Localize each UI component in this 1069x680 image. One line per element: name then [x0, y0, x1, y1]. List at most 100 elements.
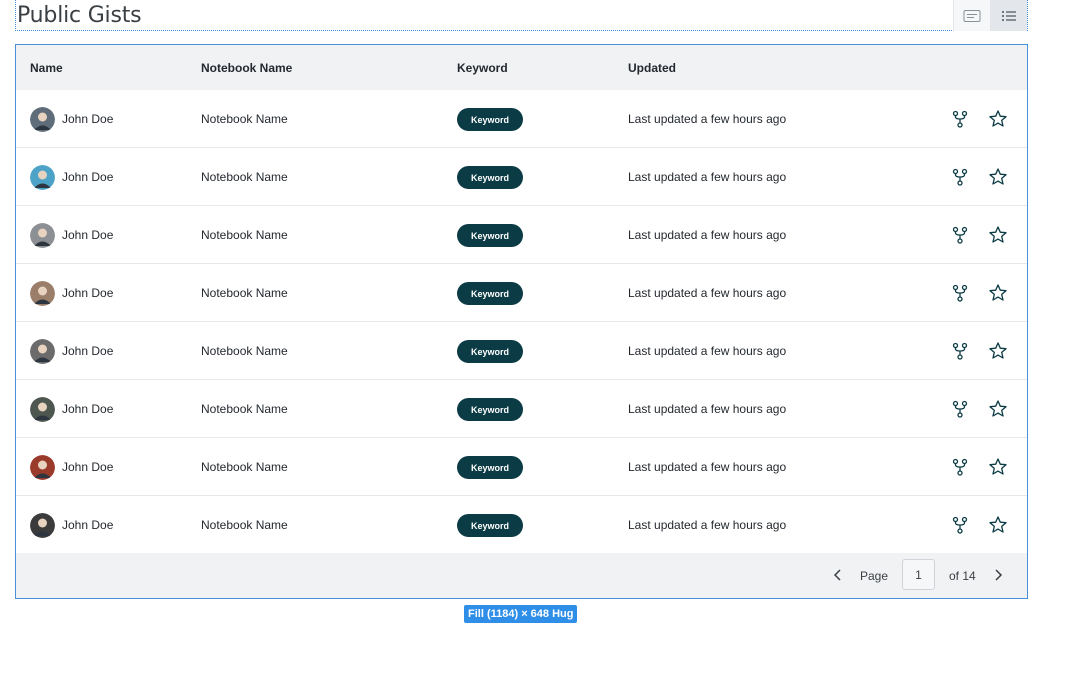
notebook-name[interactable]: Notebook Name [201, 518, 288, 532]
keyword-badge[interactable]: Keyword [457, 456, 523, 479]
updated-text: Last updated a few hours ago [628, 459, 787, 474]
fork-icon[interactable] [951, 168, 969, 186]
notebook-name[interactable]: Notebook Name [201, 402, 288, 416]
table-row[interactable]: John Doe Notebook Name Keyword Last upda… [16, 148, 1027, 206]
table-row[interactable]: John Doe Notebook Name Keyword Last upda… [16, 264, 1027, 322]
size-tag: Fill (1184) × 648 Hug [464, 605, 578, 623]
user-name[interactable]: John Doe [62, 460, 113, 474]
notebook-name[interactable]: Notebook Name [201, 286, 288, 300]
keyword-badge[interactable]: Keyword [457, 166, 523, 189]
star-icon[interactable] [988, 515, 1008, 535]
page-number-input[interactable] [902, 559, 935, 590]
column-header-keyword[interactable]: Keyword [457, 61, 508, 75]
avatar-face [38, 518, 47, 528]
user-name[interactable]: John Doe [62, 286, 113, 300]
fork-icon[interactable] [951, 226, 969, 244]
star-icon[interactable] [988, 225, 1008, 245]
notebook-name[interactable]: Notebook Name [201, 170, 288, 184]
column-header-updated[interactable]: Updated [628, 61, 676, 75]
card-view-button[interactable] [953, 0, 990, 31]
fork-icon[interactable] [951, 342, 969, 360]
table-body: John Doe Notebook Name Keyword Last upda… [16, 90, 1027, 554]
keyword-badge[interactable]: Keyword [457, 340, 523, 363]
page-title: Public Gists [17, 3, 142, 28]
chevron-left-icon[interactable] [830, 567, 846, 583]
avatar [30, 455, 55, 480]
star-icon[interactable] [988, 457, 1008, 477]
pagination: Page of 14 [16, 553, 1027, 598]
updated-text: Last updated a few hours ago [628, 169, 787, 184]
list-view-button[interactable] [990, 0, 1027, 31]
keyword-badge[interactable]: Keyword [457, 398, 523, 421]
keyword-badge[interactable]: Keyword [457, 224, 523, 247]
updated-text: Last updated a few hours ago [628, 111, 787, 126]
fork-icon[interactable] [951, 284, 969, 302]
updated-text: Last updated a few hours ago [628, 401, 787, 416]
fork-icon[interactable] [951, 458, 969, 476]
avatar [30, 513, 55, 538]
user-avatar-icon [30, 455, 55, 480]
page-label: Page [860, 569, 889, 583]
star-icon[interactable] [988, 167, 1008, 187]
fork-icon[interactable] [951, 110, 969, 128]
user-name[interactable]: John Doe [62, 112, 113, 126]
gists-table: Name Notebook Name Keyword Updated John … [15, 44, 1028, 599]
updated-text: Last updated a few hours ago [628, 285, 787, 300]
table-row[interactable]: John Doe Notebook Name Keyword Last upda… [16, 438, 1027, 496]
avatar-face [38, 170, 47, 180]
avatar [30, 223, 55, 248]
column-header-notebook[interactable]: Notebook Name [201, 61, 292, 75]
user-name[interactable]: John Doe [62, 518, 113, 532]
avatar [30, 107, 55, 132]
avatar-face [38, 286, 47, 296]
user-name[interactable]: John Doe [62, 344, 113, 358]
notebook-name[interactable]: Notebook Name [201, 460, 288, 474]
list-view-icon [1002, 10, 1016, 21]
table-row[interactable]: John Doe Notebook Name Keyword Last upda… [16, 206, 1027, 264]
star-icon[interactable] [988, 109, 1008, 129]
keyword-badge[interactable]: Keyword [457, 514, 523, 537]
table-row[interactable]: John Doe Notebook Name Keyword Last upda… [16, 90, 1027, 148]
title-bar: Public Gists [15, 0, 1028, 31]
user-name[interactable]: John Doe [62, 228, 113, 242]
keyword-badge[interactable]: Keyword [457, 108, 523, 131]
updated-text: Last updated a few hours ago [628, 517, 787, 532]
avatar-face [38, 112, 47, 122]
fork-icon[interactable] [951, 400, 969, 418]
user-avatar-icon [30, 107, 55, 132]
notebook-name[interactable]: Notebook Name [201, 228, 288, 242]
avatar [30, 397, 55, 422]
table-row[interactable]: John Doe Notebook Name Keyword Last upda… [16, 322, 1027, 380]
table-row[interactable]: John Doe Notebook Name Keyword Last upda… [16, 496, 1027, 554]
column-header-name[interactable]: Name [30, 61, 63, 75]
page-total-label: of 14 [949, 569, 976, 583]
star-icon[interactable] [988, 341, 1008, 361]
keyword-badge[interactable]: Keyword [457, 282, 523, 305]
user-avatar-icon [30, 223, 55, 248]
star-icon[interactable] [988, 399, 1008, 419]
table-header: Name Notebook Name Keyword Updated [16, 45, 1027, 90]
table-row[interactable]: John Doe Notebook Name Keyword Last upda… [16, 380, 1027, 438]
updated-text: Last updated a few hours ago [628, 343, 787, 358]
user-avatar-icon [30, 397, 55, 422]
updated-text: Last updated a few hours ago [628, 227, 787, 242]
notebook-name[interactable]: Notebook Name [201, 112, 288, 126]
avatar-face [38, 228, 47, 238]
chevron-right-icon[interactable] [990, 567, 1006, 583]
fork-icon[interactable] [951, 516, 969, 534]
notebook-name[interactable]: Notebook Name [201, 344, 288, 358]
avatar [30, 165, 55, 190]
user-avatar-icon [30, 513, 55, 538]
user-name[interactable]: John Doe [62, 170, 113, 184]
avatar-face [38, 460, 47, 470]
star-icon[interactable] [988, 283, 1008, 303]
user-avatar-icon [30, 281, 55, 306]
avatar [30, 339, 55, 364]
card-view-icon [963, 9, 981, 22]
view-toggle [953, 0, 1027, 31]
user-avatar-icon [30, 165, 55, 190]
user-avatar-icon [30, 339, 55, 364]
avatar-face [38, 344, 47, 354]
user-name[interactable]: John Doe [62, 402, 113, 416]
avatar-face [38, 402, 47, 412]
